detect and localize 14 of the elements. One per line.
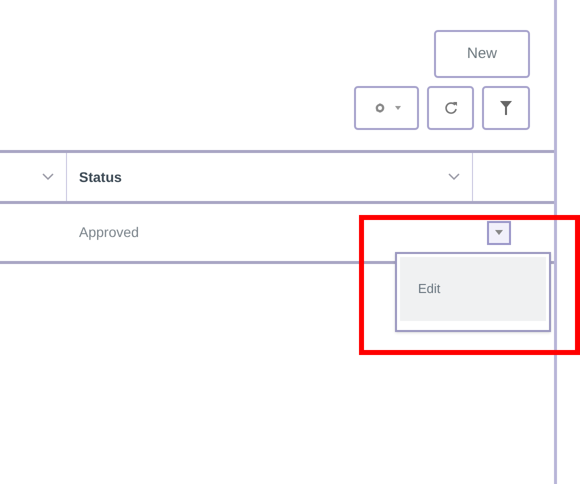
- menu-item[interactable]: Edit: [400, 257, 546, 321]
- refresh-button[interactable]: [427, 86, 474, 130]
- row-menu-button[interactable]: [487, 220, 511, 244]
- filter-icon: [500, 101, 512, 115]
- table-cell: Approved: [79, 224, 139, 240]
- caret-icon: [394, 106, 400, 110]
- refresh-icon: [442, 100, 458, 116]
- filter-button[interactable]: [482, 86, 530, 130]
- caret-icon: [495, 230, 503, 235]
- settings-button[interactable]: [354, 86, 419, 130]
- chevron-down-icon: [42, 173, 54, 181]
- new-button[interactable]: New: [434, 30, 530, 78]
- column-label: Status: [79, 168, 122, 186]
- chevron-down-icon: [448, 173, 460, 181]
